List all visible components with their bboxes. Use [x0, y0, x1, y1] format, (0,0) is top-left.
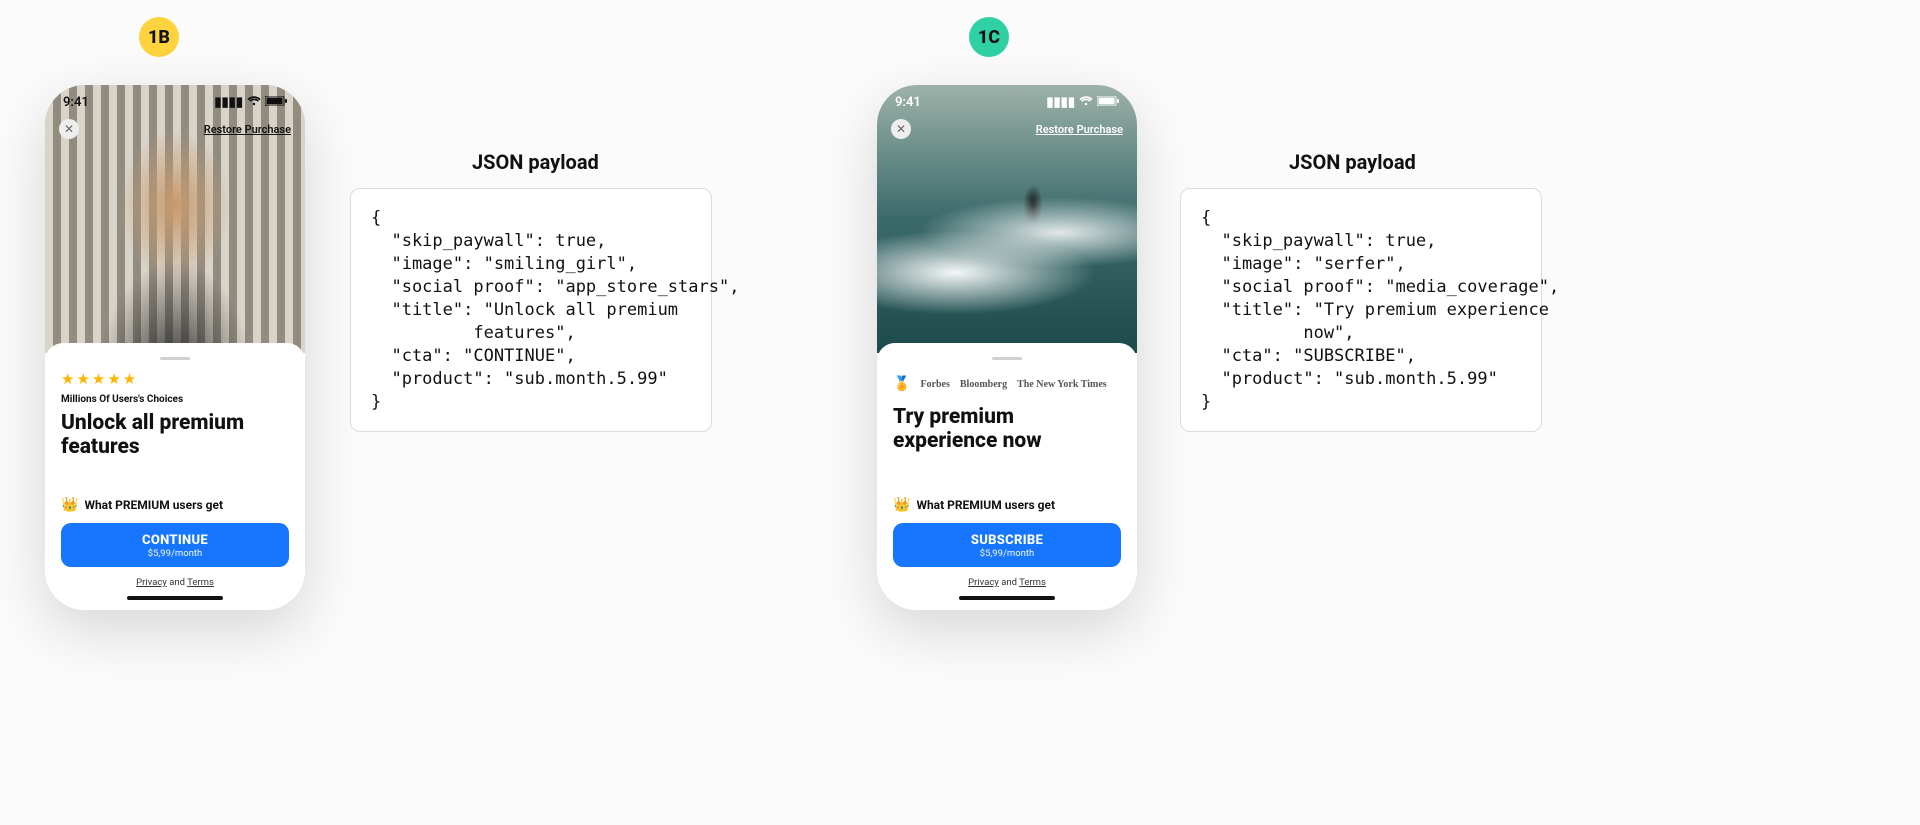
paywall-title: Unlock all premium features: [61, 411, 289, 459]
benefit-label: What PREMIUM users get: [84, 498, 223, 512]
logo-forbes: Forbes: [920, 379, 949, 390]
benefit-row: 👑 What PREMIUM users get: [61, 497, 289, 513]
star-rating: ★★★★★: [61, 370, 289, 388]
crown-icon: 👑: [61, 497, 78, 513]
cta-button[interactable]: SUBSCRIBE $5,99/month: [893, 523, 1121, 567]
privacy-link[interactable]: Privacy: [968, 577, 999, 588]
close-icon[interactable]: ✕: [891, 119, 911, 139]
paywall-title: Try premium experience now: [893, 405, 1121, 453]
sheet-grabber[interactable]: [160, 357, 190, 360]
crown-icon: 👑: [893, 497, 910, 513]
benefit-label: What PREMIUM users get: [916, 498, 1055, 512]
cta-label: CONTINUE: [61, 533, 289, 548]
wifi-icon: [247, 95, 261, 110]
home-indicator[interactable]: [959, 596, 1055, 600]
hero-image-surfer: 9:41 ▮▮▮▮ ✕ Restore Purchase: [877, 85, 1137, 353]
social-proof-caption: Millions Of Users's Choices: [61, 394, 289, 405]
phone-mockup-1b: 9:41 ▮▮▮▮ ✕ Restore Purchase ★★★★★ Milli…: [45, 85, 305, 610]
phone-mockup-1c: 9:41 ▮▮▮▮ ✕ Restore Purchase 🏅 Forbes Bl…: [877, 85, 1137, 610]
terms-link[interactable]: Terms: [187, 577, 214, 588]
variant-badge-1c: 1C: [969, 17, 1009, 57]
signal-icon: ▮▮▮▮: [1046, 95, 1075, 110]
status-bar: 9:41 ▮▮▮▮: [877, 95, 1137, 110]
battery-icon: [1097, 95, 1119, 110]
paywall-sheet: ★★★★★ Millions Of Users's Choices Unlock…: [45, 343, 305, 610]
close-icon[interactable]: ✕: [59, 119, 79, 139]
logo-nyt: The New York Times: [1017, 379, 1107, 390]
wifi-icon: [1079, 95, 1093, 110]
cta-button[interactable]: CONTINUE $5,99/month: [61, 523, 289, 567]
status-time: 9:41: [63, 95, 89, 110]
variant-badge-1b: 1B: [139, 17, 179, 57]
legal-links: Privacy and Terms: [61, 577, 289, 588]
legal-links: Privacy and Terms: [893, 577, 1121, 588]
media-logos: 🏅 Forbes Bloomberg The New York Times: [893, 376, 1121, 393]
status-bar: 9:41 ▮▮▮▮: [45, 95, 305, 110]
restore-purchase-link[interactable]: Restore Purchase: [1036, 123, 1123, 136]
legal-and: and: [999, 577, 1019, 588]
laurel-icon: 🏅: [893, 376, 910, 393]
cta-label: SUBSCRIBE: [893, 533, 1121, 548]
terms-link[interactable]: Terms: [1019, 577, 1046, 588]
paywall-sheet: 🏅 Forbes Bloomberg The New York Times Tr…: [877, 343, 1137, 610]
benefit-row: 👑 What PREMIUM users get: [893, 497, 1121, 513]
payload-title-b: JSON payload: [472, 150, 599, 174]
sheet-grabber[interactable]: [992, 357, 1022, 360]
legal-and: and: [167, 577, 187, 588]
cta-price: $5,99/month: [61, 548, 289, 559]
home-indicator[interactable]: [127, 596, 223, 600]
json-payload-b: { "skip_paywall": true, "image": "smilin…: [350, 188, 712, 432]
signal-icon: ▮▮▮▮: [214, 95, 243, 110]
restore-purchase-link[interactable]: Restore Purchase: [204, 123, 291, 136]
hero-image-girl: 9:41 ▮▮▮▮ ✕ Restore Purchase: [45, 85, 305, 353]
privacy-link[interactable]: Privacy: [136, 577, 167, 588]
status-time: 9:41: [895, 95, 921, 110]
battery-icon: [265, 95, 287, 110]
logo-bloomberg: Bloomberg: [960, 379, 1007, 390]
json-payload-c: { "skip_paywall": true, "image": "serfer…: [1180, 188, 1542, 432]
cta-price: $5,99/month: [893, 548, 1121, 559]
payload-title-c: JSON payload: [1289, 150, 1416, 174]
